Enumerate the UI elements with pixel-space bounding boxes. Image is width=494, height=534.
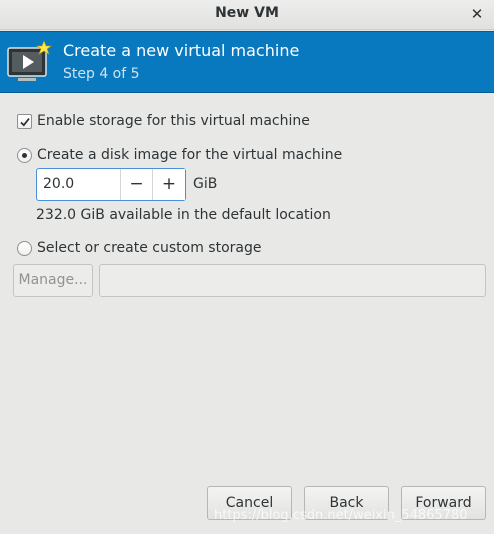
increase-size-button[interactable]: + bbox=[153, 169, 185, 200]
disk-size-spinbutton[interactable]: 20.0 − + bbox=[36, 168, 186, 201]
close-icon[interactable]: ✕ bbox=[468, 5, 486, 23]
enable-storage-checkbox[interactable] bbox=[17, 113, 32, 129]
decrease-size-button[interactable]: − bbox=[121, 169, 153, 200]
wizard-title: Create a new virtual machine bbox=[63, 41, 300, 60]
enable-storage-row[interactable]: Enable storage for this virtual machine bbox=[17, 113, 310, 129]
wizard-header: Create a new virtual machine Step 4 of 5 bbox=[0, 31, 494, 93]
title-bar[interactable]: New VM ✕ bbox=[0, 0, 494, 30]
manage-button[interactable]: Manage... bbox=[13, 264, 93, 297]
new-vm-dialog: New VM ✕ Create a new virtual machine St… bbox=[0, 0, 494, 534]
watermark-text: https://blog.csdn.net/weixin_54865780 bbox=[214, 508, 468, 523]
enable-storage-label: Enable storage for this virtual machine bbox=[37, 113, 310, 129]
disk-image-option[interactable]: Create a disk image for the virtual mach… bbox=[17, 147, 342, 163]
disk-size-input[interactable]: 20.0 bbox=[37, 169, 121, 200]
storage-path-field[interactable] bbox=[99, 264, 486, 297]
checkmark-icon bbox=[20, 117, 30, 127]
custom-storage-label: Select or create custom storage bbox=[37, 240, 262, 256]
virtual-machine-icon bbox=[7, 40, 52, 81]
disk-image-label: Create a disk image for the virtual mach… bbox=[37, 147, 343, 163]
available-space-text: 232.0 GiB available in the default locat… bbox=[36, 207, 331, 223]
window-title: New VM bbox=[215, 5, 279, 21]
custom-storage-radio[interactable] bbox=[17, 240, 32, 256]
size-unit-label: GiB bbox=[193, 176, 218, 192]
disk-image-radio[interactable] bbox=[17, 147, 32, 163]
wizard-step: Step 4 of 5 bbox=[63, 66, 140, 82]
custom-storage-option[interactable]: Select or create custom storage bbox=[17, 240, 262, 256]
